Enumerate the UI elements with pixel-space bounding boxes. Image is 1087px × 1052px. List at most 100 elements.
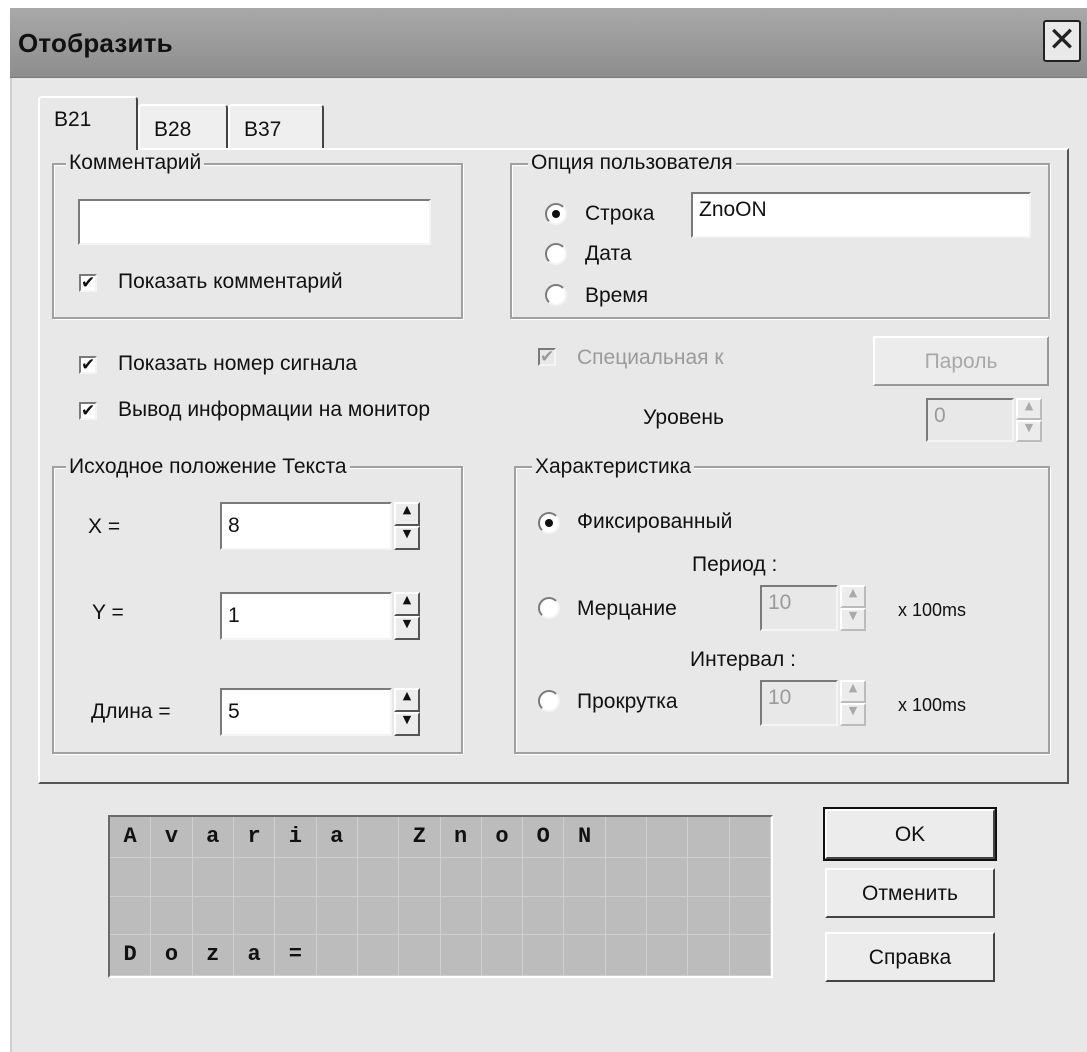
lcd-cell [688,935,730,976]
level-spinner[interactable]: ▲ ▼ [1016,398,1042,442]
lcd-cell [275,858,317,897]
x-input[interactable]: 8 [220,502,392,550]
lcd-cell [316,896,358,935]
down-arrow-icon[interactable]: ▼ [840,703,866,726]
down-arrow-icon[interactable]: ▼ [394,712,420,736]
lcd-cell [729,935,771,976]
lcd-cell: D [110,935,152,976]
up-arrow-icon[interactable]: ▲ [394,688,420,712]
tab-b37[interactable]: B37 [228,104,324,148]
lcd-cell: r [233,817,276,858]
lcd-cell [399,858,441,897]
lcd-cell [357,896,400,935]
lcd-cell [192,896,234,935]
scroll-interval-input[interactable]: 10 [760,680,838,726]
lcd-cell [564,896,606,935]
lcd-cell [564,935,606,976]
cancel-button[interactable]: Отменить [825,868,995,918]
lcd-cell: n [440,817,482,858]
lcd-cell: = [275,935,317,976]
lcd-cell [110,896,152,935]
lcd-cell: O [523,817,565,858]
up-arrow-icon[interactable]: ▲ [394,592,420,616]
comment-input[interactable] [78,199,431,245]
lcd-cell [523,935,565,976]
lcd-cell [233,896,276,935]
interval-label: Интервал : [690,648,796,671]
scroll-unit: x 100ms [898,695,967,715]
lcd-cell: o [481,817,524,858]
comment-group-legend: Комментарий [66,151,205,175]
lcd-cell [399,896,441,935]
y-input[interactable]: 1 [220,592,392,640]
radio-date[interactable] [545,243,567,265]
tab-label: B28 [154,118,192,141]
blink-period-spinner[interactable]: ▲ ▼ [840,585,866,631]
y-spinner[interactable]: ▲ ▼ [394,592,420,640]
length-spinner[interactable]: ▲ ▼ [394,688,420,736]
check-mark-icon: ✔ [540,347,555,367]
lcd-cell [729,817,771,858]
down-arrow-icon[interactable]: ▼ [394,616,420,640]
level-input[interactable]: 0 [926,398,1014,442]
up-arrow-icon[interactable]: ▲ [840,585,866,608]
up-arrow-icon[interactable]: ▲ [840,680,866,703]
special-checkbox[interactable]: ✔ [538,348,556,366]
lcd-cell [605,935,648,976]
close-button[interactable]: ✕ [1043,20,1081,62]
length-label: Длина = [91,700,171,723]
lcd-cell: a [192,817,234,858]
scroll-interval-spinner[interactable]: ▲ ▼ [840,680,866,726]
length-input[interactable]: 5 [220,688,392,736]
lcd-cell: z [192,935,234,976]
lcd-cell [151,896,193,935]
close-icon: ✕ [1047,20,1077,60]
check-mark-icon: ✔ [81,273,96,293]
radio-fixed[interactable] [538,512,560,534]
up-arrow-icon[interactable]: ▲ [1016,398,1042,420]
password-button[interactable]: Пароль [873,336,1049,386]
show-signal-number-label: Показать номер сигнала [118,352,358,375]
lcd-cell [151,858,193,897]
ok-button[interactable]: OK [823,807,997,861]
radio-time[interactable] [545,284,567,306]
lcd-cell [605,858,648,897]
lcd-cell [647,858,689,897]
down-arrow-icon[interactable]: ▼ [1016,420,1042,442]
lcd-cell [481,896,524,935]
radio-scroll[interactable] [538,690,560,712]
down-arrow-icon[interactable]: ▼ [840,608,866,631]
lcd-cell: o [151,935,193,976]
lcd-cell [316,858,358,897]
radio-blink[interactable] [538,597,560,619]
show-comment-checkbox[interactable]: ✔ [79,274,97,292]
up-arrow-icon[interactable]: ▲ [394,502,420,526]
lcd-cell [110,858,152,897]
down-arrow-icon[interactable]: ▼ [394,526,420,550]
lcd-cell: i [275,817,317,858]
radio-string[interactable] [545,203,567,225]
radio-fixed-label: Фиксированный [577,510,733,533]
lcd-cell: A [110,817,152,858]
lcd-cell: a [233,935,276,976]
radio-time-label: Время [585,284,649,307]
characteristic-group-legend: Характеристика [532,455,695,479]
radio-string-label: Строка [585,202,655,225]
blink-period-input[interactable]: 10 [760,585,838,631]
window-title: Отобразить [18,28,173,58]
lcd-cell [647,896,689,935]
level-label: Уровень [643,406,724,429]
user-string-input[interactable]: ZnoON [691,192,1031,238]
tab-b28[interactable]: B28 [138,104,228,148]
lcd-cell [357,817,400,858]
monitor-output-checkbox[interactable]: ✔ [79,402,97,420]
lcd-cell [729,858,771,897]
radio-blink-label: Мерцание [577,597,677,620]
tab-b21[interactable]: B21 [38,96,138,150]
show-signal-number-checkbox[interactable]: ✔ [79,356,97,374]
lcd-cell [440,858,482,897]
lcd-cell [440,896,482,935]
x-spinner[interactable]: ▲ ▼ [394,502,420,550]
x-label: X = [88,515,121,538]
help-button[interactable]: Справка [825,932,995,982]
